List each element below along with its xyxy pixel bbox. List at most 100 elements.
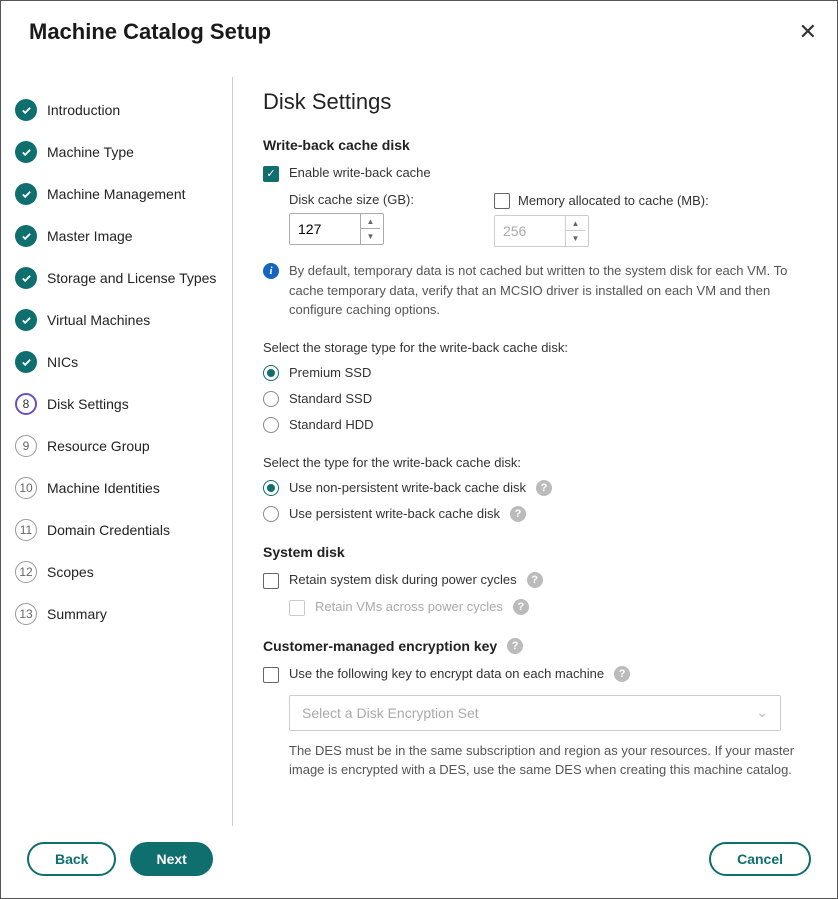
step-label: Machine Type — [47, 144, 134, 160]
radio-icon — [263, 391, 279, 407]
help-icon[interactable]: ? — [510, 506, 526, 522]
step-machine-identities[interactable]: 10 Machine Identities — [1, 467, 232, 509]
writeback-section-title: Write-back cache disk — [263, 137, 807, 153]
des-select: Select a Disk Encryption Set ⌄ — [289, 695, 781, 731]
radio-standard-hdd[interactable]: Standard HDD — [263, 417, 807, 433]
storage-type-label: Select the storage type for the write-ba… — [263, 340, 807, 355]
dialog-body: Introduction Machine Type Machine Manage… — [1, 77, 837, 826]
step-label: Master Image — [47, 228, 133, 244]
step-number-icon: 11 — [15, 519, 37, 541]
check-icon — [15, 183, 37, 205]
step-disk-settings[interactable]: 8 Disk Settings — [1, 383, 232, 425]
step-number-icon: 8 — [15, 393, 37, 415]
step-label: Machine Identities — [47, 480, 160, 496]
step-machine-management[interactable]: Machine Management — [1, 173, 232, 215]
radio-label: Standard HDD — [289, 417, 374, 432]
cmek-note: The DES must be in the same subscription… — [289, 741, 797, 780]
memory-cache-label: Memory allocated to cache (MB): — [518, 193, 709, 208]
disk-cache-input[interactable] — [290, 214, 360, 244]
main-panel: Disk Settings Write-back cache disk ✓ En… — [233, 77, 837, 826]
step-introduction[interactable]: Introduction — [1, 89, 232, 131]
disk-cache-spinner[interactable]: ▲▼ — [289, 213, 384, 245]
step-number-icon: 13 — [15, 603, 37, 625]
radio-label: Premium SSD — [289, 365, 371, 380]
help-icon[interactable]: ? — [614, 666, 630, 682]
des-placeholder: Select a Disk Encryption Set — [302, 705, 479, 721]
system-disk-section-title: System disk — [263, 544, 807, 560]
info-icon: i — [263, 263, 279, 279]
help-icon[interactable]: ? — [513, 599, 529, 615]
retain-system-disk-label: Retain system disk during power cycles — [289, 572, 517, 587]
step-label: Scopes — [47, 564, 94, 580]
spinner-buttons: ▲▼ — [360, 214, 380, 244]
enable-writeback-label: Enable write-back cache — [289, 165, 431, 180]
help-icon[interactable]: ? — [507, 638, 523, 654]
check-icon — [15, 225, 37, 247]
step-label: Introduction — [47, 102, 120, 118]
step-label: Virtual Machines — [47, 312, 150, 328]
next-button[interactable]: Next — [130, 842, 212, 876]
chevron-down-icon: ⌄ — [756, 704, 768, 721]
retain-system-disk-checkbox[interactable] — [263, 573, 279, 589]
radio-non-persistent[interactable]: Use non-persistent write-back cache disk… — [263, 480, 807, 496]
step-nics[interactable]: NICs — [1, 341, 232, 383]
radio-persistent[interactable]: Use persistent write-back cache disk? — [263, 506, 807, 522]
disk-type-label: Select the type for the write-back cache… — [263, 455, 807, 470]
check-icon — [15, 267, 37, 289]
back-button[interactable]: Back — [27, 842, 116, 876]
radio-premium-ssd[interactable]: Premium SSD — [263, 365, 807, 381]
radio-label: Use persistent write-back cache disk — [289, 506, 500, 521]
step-storage-license[interactable]: Storage and License Types — [1, 257, 232, 299]
step-number-icon: 9 — [15, 435, 37, 457]
info-text: By default, temporary data is not cached… — [289, 261, 807, 320]
step-label: Summary — [47, 606, 107, 622]
help-icon[interactable]: ? — [536, 480, 552, 496]
close-icon[interactable]: ✕ — [799, 19, 817, 45]
disk-cache-label: Disk cache size (GB): — [289, 192, 414, 207]
footer-left: Back Next — [27, 842, 213, 876]
radio-icon — [263, 506, 279, 522]
step-label: Machine Management — [47, 186, 186, 202]
spinner-buttons: ▲▼ — [565, 216, 585, 246]
retain-vms-label: Retain VMs across power cycles — [315, 599, 503, 614]
memory-cache-spinner: ▲▼ — [494, 215, 589, 247]
step-number-icon: 10 — [15, 477, 37, 499]
chevron-down-icon: ▼ — [566, 231, 585, 246]
radio-icon — [263, 417, 279, 433]
radio-icon — [263, 365, 279, 381]
chevron-up-icon[interactable]: ▲ — [361, 214, 380, 229]
wizard-sidebar: Introduction Machine Type Machine Manage… — [1, 77, 233, 826]
step-label: Storage and License Types — [47, 270, 216, 286]
cmek-section-title: Customer-managed encryption key — [263, 638, 497, 654]
step-machine-type[interactable]: Machine Type — [1, 131, 232, 173]
enable-writeback-checkbox[interactable]: ✓ — [263, 166, 279, 182]
memory-cache-checkbox[interactable] — [494, 193, 510, 209]
check-icon — [15, 141, 37, 163]
step-label: Disk Settings — [47, 396, 129, 412]
dialog-footer: Back Next Cancel — [1, 824, 837, 898]
check-icon — [15, 99, 37, 121]
check-icon — [15, 309, 37, 331]
step-resource-group[interactable]: 9Resource Group — [1, 425, 232, 467]
cancel-button[interactable]: Cancel — [709, 842, 811, 876]
memory-cache-input — [495, 216, 565, 246]
step-virtual-machines[interactable]: Virtual Machines — [1, 299, 232, 341]
cmek-label: Use the following key to encrypt data on… — [289, 666, 604, 681]
step-number-icon: 12 — [15, 561, 37, 583]
step-label: Domain Credentials — [47, 522, 170, 538]
chevron-down-icon[interactable]: ▼ — [361, 229, 380, 244]
chevron-up-icon: ▲ — [566, 216, 585, 231]
check-icon: ✓ — [266, 169, 275, 180]
radio-label: Use non-persistent write-back cache disk — [289, 480, 526, 495]
help-icon[interactable]: ? — [527, 572, 543, 588]
step-scopes[interactable]: 12 Scopes — [1, 551, 232, 593]
radio-label: Standard SSD — [289, 391, 372, 406]
step-summary[interactable]: 13 Summary — [1, 593, 232, 635]
radio-standard-ssd[interactable]: Standard SSD — [263, 391, 807, 407]
cmek-checkbox[interactable] — [263, 667, 279, 683]
page-title: Disk Settings — [263, 89, 807, 115]
retain-vms-checkbox — [289, 600, 305, 616]
step-domain-credentials[interactable]: 11 Domain Credentials — [1, 509, 232, 551]
step-label: NICs — [47, 354, 78, 370]
step-master-image[interactable]: Master Image — [1, 215, 232, 257]
